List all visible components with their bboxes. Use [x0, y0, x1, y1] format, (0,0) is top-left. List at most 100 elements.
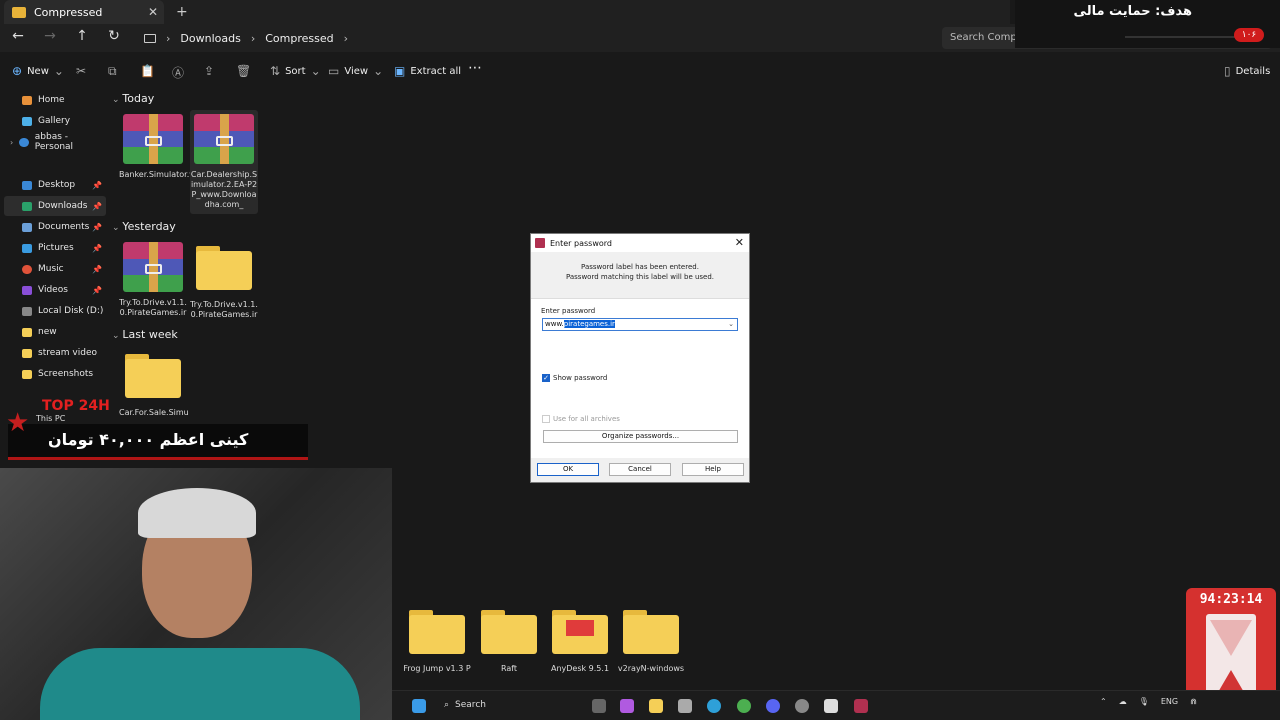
- group-label: Today: [122, 92, 155, 105]
- more-icon[interactable]: ⋯: [468, 60, 482, 76]
- search-icon: ⌕: [444, 700, 450, 710]
- microphone-icon[interactable]: 🎙: [1139, 697, 1149, 706]
- file-item[interactable]: Banker.Simulator.v0.2.4.2: [119, 114, 222, 180]
- copilot-icon[interactable]: [620, 699, 634, 713]
- rename-icon[interactable]: Ⓐ: [172, 64, 184, 81]
- tab-compressed[interactable]: Compressed ✕: [4, 0, 164, 24]
- command-bar: ⊕ New ⌄ ✂ ⧉ 📋 Ⓐ ⇪ 🗑 ⇅ Sort ⌄ ▭ View ⌄ ▣ Extract…: [0, 58, 1280, 84]
- group-today[interactable]: ⌄ Today: [112, 92, 154, 105]
- sidebar-label: Music: [38, 264, 64, 274]
- sidebar-item-new[interactable]: new: [4, 322, 106, 342]
- star-icon: ★: [6, 408, 30, 438]
- sidebar-item-gallery[interactable]: Gallery: [4, 111, 106, 131]
- close-tab-icon[interactable]: ✕: [148, 5, 158, 19]
- delete-icon[interactable]: 🗑: [236, 64, 251, 78]
- discord-icon[interactable]: [766, 699, 780, 713]
- app-icon[interactable]: [824, 699, 838, 713]
- group-last-week[interactable]: ⌄ Last week: [112, 328, 178, 341]
- folder-icon: [409, 610, 465, 654]
- sort-button[interactable]: ⇅ Sort ⌄: [270, 64, 321, 78]
- sidebar-item-home[interactable]: Home: [4, 90, 106, 110]
- top24-label: TOP 24H: [42, 398, 110, 414]
- file-explorer-icon[interactable]: [649, 699, 663, 713]
- sidebar-item-videos[interactable]: Videos 📌: [4, 280, 106, 300]
- sidebar-item-stream-video[interactable]: stream video: [4, 343, 106, 363]
- copy-icon[interactable]: ⧉: [108, 64, 117, 79]
- pin-icon[interactable]: 📌: [92, 202, 102, 211]
- windows-start-icon[interactable]: [412, 699, 426, 713]
- use-all-archives-label: Use for all archives: [553, 415, 620, 423]
- folder-icon: [125, 354, 181, 398]
- use-all-archives-checkbox[interactable]: [542, 415, 550, 423]
- sidebar-item-onedrive[interactable]: › abbas - Personal: [4, 132, 106, 152]
- folder-item[interactable]: v2rayN-windows: [616, 610, 686, 673]
- address-bar[interactable]: › Downloads › Compressed ›: [136, 27, 936, 49]
- cut-icon[interactable]: ✂: [76, 64, 86, 78]
- password-input[interactable]: www.pirategames.ir ⌄: [542, 318, 738, 331]
- sidebar-item-desktop[interactable]: Desktop 📌: [4, 175, 106, 195]
- pin-icon[interactable]: 📌: [92, 265, 102, 274]
- winrar-icon[interactable]: [854, 699, 868, 713]
- file-item[interactable]: Try.To.Drive.v1.1.0.PirateGames.ir: [119, 242, 187, 318]
- file-item-selected[interactable]: Car.Dealership.Simulator.2.EA-P2P_www.Do…: [190, 110, 258, 214]
- extract-icon: ▣: [394, 64, 406, 78]
- back-icon[interactable]: ←: [8, 28, 28, 44]
- view-button[interactable]: ▭ View ⌄: [328, 64, 383, 78]
- folder-item[interactable]: Car.For.Sale.Simu: [119, 354, 189, 418]
- edge-icon[interactable]: [707, 699, 721, 713]
- store-icon[interactable]: [678, 699, 692, 713]
- forward-icon[interactable]: →: [40, 28, 60, 44]
- chevron-down-icon[interactable]: ⌄: [728, 319, 734, 330]
- extract-all-button[interactable]: ▣ Extract all: [394, 64, 461, 78]
- obs-icon[interactable]: [795, 699, 809, 713]
- rar-archive-icon: [123, 242, 183, 292]
- sidebar-item-documents[interactable]: Documents 📌: [4, 217, 106, 237]
- pin-icon[interactable]: 📌: [92, 286, 102, 295]
- sidebar-item-local-disk[interactable]: Local Disk (D:): [4, 301, 106, 321]
- share-icon[interactable]: ⇪: [204, 64, 214, 78]
- refresh-icon[interactable]: ↻: [104, 28, 124, 44]
- chrome-icon[interactable]: [737, 699, 751, 713]
- chevron-right-icon[interactable]: ›: [166, 32, 170, 45]
- breadcrumb-compressed[interactable]: Compressed: [265, 32, 333, 45]
- close-icon[interactable]: ✕: [735, 236, 744, 249]
- task-view-icon[interactable]: [592, 699, 606, 713]
- new-tab-button[interactable]: +: [176, 4, 188, 20]
- chevron-up-icon[interactable]: ⌃: [1100, 697, 1107, 706]
- sidebar-item-pictures[interactable]: Pictures 📌: [4, 238, 106, 258]
- sidebar-item-this-pc[interactable]: This PC: [36, 414, 65, 423]
- cloud-icon[interactable]: ☁: [1119, 697, 1127, 706]
- new-button[interactable]: ⊕ New ⌄: [12, 64, 64, 78]
- help-button[interactable]: Help: [682, 463, 744, 476]
- promo-text: کینی اعظم ۴۰,۰۰۰ تومان: [48, 430, 249, 449]
- ok-button[interactable]: OK: [537, 463, 599, 476]
- show-password-checkbox[interactable]: ✓: [542, 374, 550, 382]
- chevron-right-icon[interactable]: ›: [344, 32, 348, 45]
- details-button[interactable]: ▯ Details: [1224, 64, 1270, 78]
- chevron-right-icon[interactable]: ›: [251, 32, 255, 45]
- sidebar-item-downloads[interactable]: Downloads 📌: [4, 196, 106, 216]
- home-icon: [22, 95, 32, 105]
- sidebar-item-music[interactable]: Music 📌: [4, 259, 106, 279]
- taskbar-search[interactable]: ⌕ Search: [440, 695, 570, 715]
- group-yesterday[interactable]: ⌄ Yesterday: [112, 220, 176, 233]
- chevron-right-icon[interactable]: ›: [10, 138, 13, 147]
- pin-icon[interactable]: 📌: [92, 223, 102, 232]
- language-indicator[interactable]: ENG: [1161, 697, 1178, 706]
- folder-item[interactable]: Frog Jump v1.3 P: [402, 610, 472, 673]
- breadcrumb-downloads[interactable]: Downloads: [180, 32, 240, 45]
- folder-item[interactable]: Try.To.Drive.v1.1.0.PirateGames.ir: [190, 246, 258, 320]
- folder-item[interactable]: Raft: [474, 610, 544, 673]
- enter-password-dialog: Enter password ✕ Password label has been…: [530, 233, 750, 483]
- organize-passwords-button[interactable]: Organize passwords...: [543, 430, 738, 443]
- paste-icon[interactable]: 📋: [140, 64, 155, 78]
- wifi-icon[interactable]: ⋒: [1190, 697, 1197, 706]
- cancel-button[interactable]: Cancel: [609, 463, 671, 476]
- sidebar-item-screenshots[interactable]: Screenshots: [4, 364, 106, 384]
- tab-label: Compressed: [34, 5, 103, 19]
- up-icon[interactable]: ↑: [72, 28, 92, 44]
- pin-icon[interactable]: 📌: [92, 181, 102, 190]
- pin-icon[interactable]: 📌: [92, 244, 102, 253]
- folder-name: Try.To.Drive.v1.1.0.PirateGames.ir: [190, 300, 258, 319]
- folder-item[interactable]: AnyDesk 9.5.1: [545, 610, 615, 673]
